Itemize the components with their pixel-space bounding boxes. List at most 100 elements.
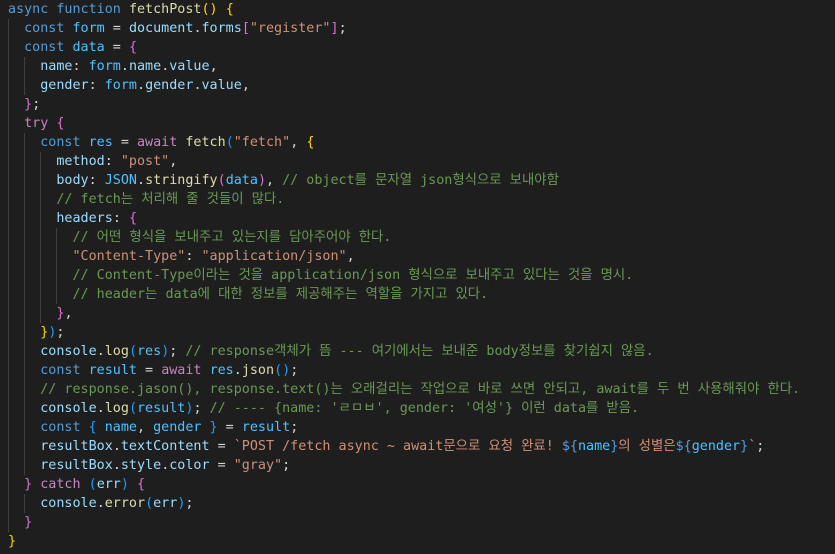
- code-token: {: [225, 2, 234, 17]
- code-token: resultBox: [40, 458, 113, 473]
- code-line[interactable]: const data = {: [8, 38, 137, 57]
- code-line[interactable]: headers: {: [8, 209, 137, 228]
- code-token: form: [88, 59, 121, 74]
- code-token: :: [185, 249, 202, 264]
- code-token: ): [257, 173, 266, 188]
- code-token: (: [128, 401, 137, 416]
- code-token: result: [137, 401, 186, 416]
- code-token: name: [40, 59, 73, 74]
- code-line[interactable]: // fetch는 처리해 줄 것들이 많다.: [8, 190, 284, 209]
- code-line[interactable]: const { name, gender } = result;: [8, 418, 298, 437]
- code-token: // ---- {name: 'ㄹㅁㅂ', gender: '여성'} 이런 d…: [209, 401, 640, 416]
- code-token: ${: [561, 439, 578, 454]
- code-token: {: [56, 116, 65, 131]
- code-token: name: [128, 59, 162, 74]
- code-token: }: [24, 477, 33, 492]
- code-token: err: [96, 477, 121, 492]
- code-token: .: [112, 458, 121, 473]
- code-token: ;: [282, 458, 291, 473]
- code-line[interactable]: body: JSON.stringify(data), // object를 문…: [8, 171, 559, 190]
- code-line[interactable]: console.log(res); // response객체가 뜸 --- 여…: [8, 342, 653, 361]
- code-line[interactable]: const res = await fetch("fetch", {: [8, 133, 314, 152]
- code-token: await: [137, 135, 186, 150]
- code-token: JSON: [104, 173, 137, 188]
- code-token: // fetch는 처리해 줄 것들이 많다.: [56, 192, 285, 207]
- code-token: // object를 문자열 json형식으로 보내야함: [282, 173, 559, 188]
- code-token: "post": [120, 154, 170, 169]
- code-token: headers: [56, 211, 113, 226]
- code-token: json: [241, 363, 275, 378]
- code-token: name: [577, 439, 611, 454]
- code-line[interactable]: }: [8, 513, 32, 532]
- code-token: .: [137, 173, 146, 188]
- code-line[interactable]: const result = await res.json();: [8, 361, 298, 380]
- code-line[interactable]: });: [8, 323, 64, 342]
- code-token: ;: [56, 325, 65, 340]
- code-token: =: [209, 439, 234, 454]
- code-token: // header는 data에 대한 정보를 제공해주는 역할을 가지고 있다…: [72, 287, 489, 302]
- code-line[interactable]: name: form.name.value,: [8, 57, 217, 76]
- code-line[interactable]: "Content-Type": "application/json",: [8, 247, 355, 266]
- code-token: (): [274, 363, 291, 378]
- code-token: method: [56, 154, 105, 169]
- code-token: =: [137, 363, 162, 378]
- code-line[interactable]: console.log(result); // ---- {name: 'ㄹㅁㅂ…: [8, 399, 639, 418]
- code-line[interactable]: async function fetchPost() {: [8, 0, 234, 19]
- code-token: (: [128, 344, 137, 359]
- code-token: log: [104, 344, 129, 359]
- code-token: ;: [185, 496, 194, 511]
- code-line[interactable]: const form = document.forms["register"];: [8, 19, 347, 38]
- code-token: gender: [40, 78, 89, 93]
- code-token: {: [88, 420, 105, 435]
- code-token: {: [128, 211, 137, 226]
- code-token: document: [128, 21, 194, 36]
- code-token: style: [120, 458, 162, 473]
- code-token: .: [112, 439, 121, 454]
- code-token: ,: [64, 306, 73, 321]
- code-token: :: [104, 154, 121, 169]
- code-token: :: [88, 78, 105, 93]
- code-token: :: [88, 173, 105, 188]
- code-token: (: [88, 477, 97, 492]
- code-token: async: [8, 2, 57, 17]
- code-line[interactable]: gender: form.gender.value,: [8, 76, 250, 95]
- code-token: }: [8, 534, 17, 549]
- code-token: .: [233, 363, 242, 378]
- code-token: "gray": [233, 458, 283, 473]
- code-token: gender: [691, 439, 741, 454]
- code-token: const: [40, 135, 89, 150]
- code-token: }: [201, 420, 218, 435]
- code-token: ${: [675, 439, 692, 454]
- code-line[interactable]: } catch (err) {: [8, 475, 145, 494]
- code-token: "register": [249, 21, 331, 36]
- code-token: "Content-Type": [72, 249, 186, 264]
- code-line[interactable]: console.error(err);: [8, 494, 193, 513]
- code-token: =: [104, 21, 129, 36]
- code-token: =: [112, 135, 137, 150]
- code-line[interactable]: // Content-Type이라는 것을 application/json 형…: [8, 266, 634, 285]
- code-line[interactable]: // header는 data에 대한 정보를 제공해주는 역할을 가지고 있다…: [8, 285, 489, 304]
- code-token: function: [56, 2, 129, 17]
- code-token: .: [96, 401, 105, 416]
- code-editor[interactable]: async function fetchPost() { const form …: [0, 0, 835, 554]
- code-line[interactable]: method: "post",: [8, 152, 177, 171]
- code-line[interactable]: }: [8, 532, 16, 551]
- code-line[interactable]: // 어떤 형식을 보내주고 있는지를 담아주어야 한다.: [8, 228, 392, 247]
- code-line[interactable]: resultBox.style.color = "gray";: [8, 456, 290, 475]
- code-token: }: [740, 439, 749, 454]
- code-line[interactable]: };: [8, 95, 40, 114]
- code-line[interactable]: resultBox.textContent = `POST /fetch asy…: [8, 437, 764, 456]
- code-token: fetch: [185, 135, 226, 150]
- code-token: =: [217, 420, 242, 435]
- code-token: {: [137, 477, 146, 492]
- code-token: forms: [201, 21, 242, 36]
- code-token: {: [128, 40, 137, 55]
- code-token: (: [145, 496, 154, 511]
- code-token: gender: [153, 420, 202, 435]
- code-line[interactable]: },: [8, 304, 73, 323]
- code-line[interactable]: // response.jason(), response.text()는 오래…: [8, 380, 800, 399]
- code-line[interactable]: try {: [8, 114, 64, 133]
- code-token: ;: [338, 21, 347, 36]
- code-token: ]: [330, 21, 339, 36]
